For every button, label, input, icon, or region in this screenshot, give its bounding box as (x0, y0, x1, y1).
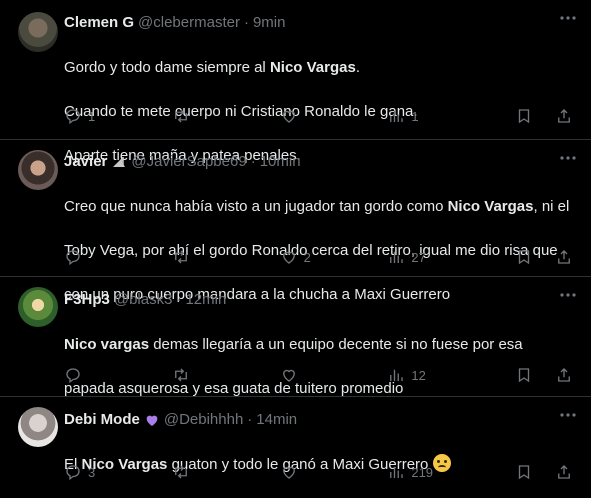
avatar[interactable] (18, 287, 58, 327)
tweet-actions: 1 1 (64, 106, 575, 126)
reply-button[interactable] (64, 365, 172, 385)
retweet-icon (174, 368, 187, 382)
user-handle[interactable]: @Debihhhh (164, 410, 243, 430)
like-button[interactable] (280, 106, 388, 126)
tweet-actions: 12 (64, 365, 575, 385)
tweet-actions: 3 219 (64, 462, 575, 482)
more-icon[interactable] (559, 12, 577, 22)
bookmark-button[interactable] (515, 247, 555, 267)
user-handle[interactable]: @JavierSapbe69 (131, 152, 246, 172)
views-chart-icon (390, 466, 404, 478)
heart-icon (282, 369, 295, 382)
views-button[interactable]: 1 (387, 106, 515, 126)
views-chart-icon (390, 369, 404, 381)
like-button[interactable] (280, 462, 388, 482)
retweet-button[interactable] (172, 462, 280, 482)
more-icon[interactable] (559, 289, 577, 299)
avatar[interactable] (18, 150, 58, 190)
share-icon (558, 250, 570, 264)
views-count: 27 (411, 249, 426, 265)
like-button[interactable]: 2 (280, 247, 388, 267)
views-chart-icon (390, 110, 404, 122)
tweet-header: F3Hp3 @blask3 · 12min (64, 290, 575, 310)
timestamp[interactable]: 12min (185, 290, 226, 310)
bookmark-button[interactable] (515, 106, 555, 126)
share-button[interactable] (555, 462, 575, 482)
reply-count: 3 (88, 464, 96, 480)
share-button[interactable] (555, 365, 575, 385)
user-handle[interactable]: @blask3 (114, 290, 173, 310)
heel-icon (111, 154, 127, 170)
tweet-header: Javier @JavierSapbe69 · 10min (64, 152, 575, 172)
share-button[interactable] (555, 106, 575, 126)
reply-icon (66, 465, 80, 481)
timestamp[interactable]: 14min (256, 410, 297, 430)
display-name[interactable]: F3Hp3 (64, 290, 110, 310)
purple-heart-icon (144, 412, 160, 428)
tweet[interactable]: F3Hp3 @blask3 · 12min Nico vargas demas … (0, 277, 591, 397)
bookmark-icon (518, 250, 530, 265)
tweet-line: Nico vargas demas llegaría a un equipo d… (64, 336, 523, 353)
tweet-header: Debi Mode @Debihhhh · 14min (64, 410, 575, 430)
tweet[interactable]: Javier @JavierSapbe69 · 10min Creo que n… (0, 140, 591, 303)
reply-icon (66, 250, 80, 266)
share-icon (558, 465, 570, 479)
bookmark-icon (518, 465, 530, 480)
share-icon (558, 109, 570, 123)
separator-dot: · (250, 153, 256, 170)
reply-button[interactable] (64, 247, 172, 267)
tweet-header: Clemen G @clebermaster · 9min (64, 13, 575, 33)
reply-button[interactable]: 3 (64, 462, 172, 482)
timestamp[interactable]: 10min (260, 152, 301, 172)
views-count: 219 (411, 464, 434, 480)
separator-dot: · (176, 291, 182, 308)
retweet-button[interactable] (172, 106, 280, 126)
share-button[interactable] (555, 247, 575, 267)
more-icon[interactable] (559, 409, 577, 419)
views-count: 1 (411, 108, 419, 124)
tweet-line: Gordo y todo dame siempre al Nico Vargas… (64, 59, 360, 76)
more-icon[interactable] (559, 152, 577, 162)
tweet[interactable]: Clemen G @clebermaster · 9min Gordo y to… (0, 0, 591, 164)
views-chart-icon (390, 251, 404, 263)
timestamp[interactable]: 9min (253, 13, 286, 33)
retweet-icon (174, 250, 187, 264)
bookmark-button[interactable] (515, 365, 555, 385)
heart-icon (282, 466, 295, 479)
reply-button[interactable]: 1 (64, 106, 172, 126)
retweet-icon (174, 465, 187, 479)
like-count: 2 (303, 249, 311, 265)
views-button[interactable]: 12 (387, 365, 515, 385)
like-button[interactable] (280, 365, 388, 385)
tweet-line: Creo que nunca había visto a un jugador … (64, 198, 570, 215)
bookmark-button[interactable] (515, 462, 555, 482)
share-icon (558, 368, 570, 382)
reply-icon (66, 368, 80, 384)
tweet[interactable]: Debi Mode @Debihhhh · 14min El Nico Varg… (0, 397, 591, 494)
retweet-icon (174, 109, 187, 123)
heart-icon (282, 110, 295, 123)
views-button[interactable]: 27 (387, 247, 515, 267)
display-name[interactable]: Javier (64, 152, 107, 172)
heart-icon (282, 251, 295, 264)
display-name[interactable]: Debi Mode (64, 410, 140, 430)
tweet-feed: Clemen G @clebermaster · 9min Gordo y to… (0, 0, 591, 494)
retweet-button[interactable] (172, 247, 280, 267)
views-button[interactable]: 219 (387, 462, 515, 482)
display-name[interactable]: Clemen G (64, 13, 134, 33)
separator-dot: · (247, 411, 253, 428)
tweet-actions: 2 27 (64, 247, 575, 267)
reply-count: 1 (88, 108, 96, 124)
bookmark-icon (518, 109, 530, 124)
views-count: 12 (411, 367, 426, 383)
retweet-button[interactable] (172, 365, 280, 385)
bookmark-icon (518, 368, 530, 383)
avatar[interactable] (18, 12, 58, 52)
reply-icon (66, 109, 80, 125)
separator-dot: · (243, 14, 249, 31)
user-handle[interactable]: @clebermaster (138, 13, 240, 33)
avatar[interactable] (18, 407, 58, 447)
